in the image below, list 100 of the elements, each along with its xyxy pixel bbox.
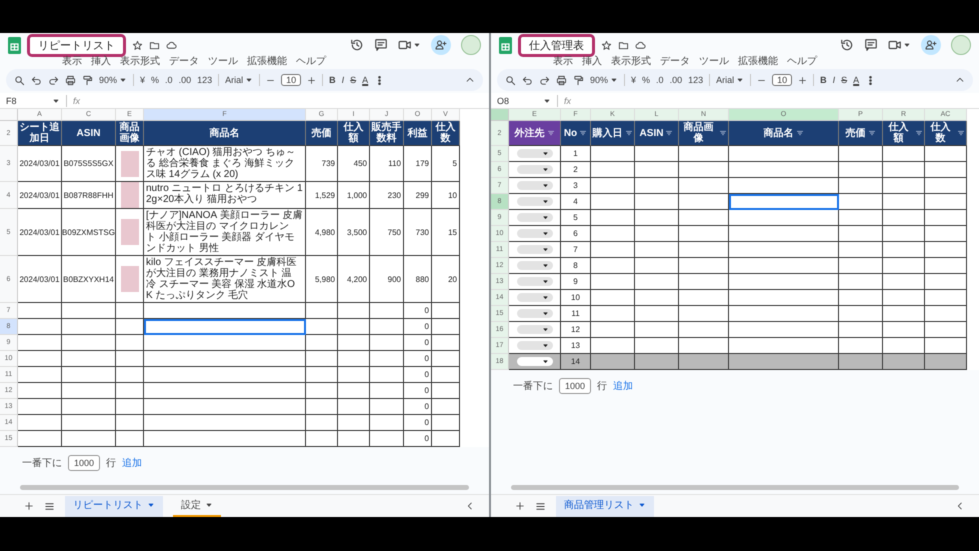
search-icon[interactable] (14, 74, 25, 86)
cell-reference[interactable]: O8 (497, 96, 537, 106)
table-cell: 8 (561, 258, 591, 274)
caret-icon[interactable] (543, 96, 551, 104)
decrease-decimal-button[interactable]: .0 (165, 75, 173, 85)
filter-icon[interactable] (719, 129, 727, 137)
text-color-button[interactable]: A (362, 75, 368, 85)
undo-icon[interactable] (522, 74, 533, 86)
selected-cell[interactable] (144, 319, 306, 335)
history-icon[interactable] (840, 38, 854, 52)
zoom-dropdown[interactable]: 90% (99, 75, 128, 85)
strikethrough-button[interactable]: S (841, 75, 848, 85)
add-link[interactable]: 追加 (122, 456, 142, 470)
video-call-button[interactable] (888, 38, 911, 52)
menu-item[interactable]: データ (169, 54, 199, 68)
print-icon[interactable] (65, 74, 76, 86)
filter-icon[interactable] (579, 129, 588, 137)
italic-button[interactable]: I (342, 75, 344, 85)
folder-icon[interactable] (149, 40, 160, 50)
cloud-icon[interactable] (635, 40, 646, 50)
document-title[interactable]: リピートリスト (27, 34, 126, 56)
filter-icon[interactable] (957, 129, 965, 137)
table-cell: 5,980 (306, 256, 338, 303)
sheets-logo[interactable] (8, 36, 21, 54)
italic-button[interactable]: I (832, 75, 836, 85)
filter-icon[interactable] (546, 129, 554, 137)
menu-item[interactable]: ヘルプ (787, 54, 817, 68)
increase-decimal-button[interactable]: .00 (178, 75, 192, 85)
table-cell: 880 (404, 256, 432, 303)
menu-item[interactable]: データ (660, 54, 690, 68)
sheet-list-icon[interactable] (535, 500, 546, 512)
filter-icon[interactable] (915, 129, 923, 137)
row-count-field[interactable]: 1000 (68, 455, 100, 471)
selected-cell[interactable] (729, 194, 839, 210)
currency-button[interactable]: ¥ (631, 75, 636, 85)
plus-icon[interactable] (307, 76, 316, 84)
percent-button[interactable]: % (642, 75, 650, 85)
comment-icon[interactable] (374, 38, 388, 52)
paint-roller-icon[interactable] (82, 74, 93, 86)
table-cell (18, 367, 62, 383)
share-button[interactable] (431, 35, 451, 55)
search-icon[interactable] (505, 74, 516, 86)
menu-item[interactable]: 挿入 (91, 54, 111, 68)
number-format-button[interactable]: 123 (197, 75, 212, 85)
share-button[interactable] (921, 35, 941, 55)
sheet-list-icon[interactable] (44, 500, 55, 512)
menu-item[interactable]: 挿入 (582, 54, 602, 68)
redo-icon[interactable] (539, 74, 550, 86)
menu-item[interactable]: ツール (699, 54, 729, 68)
sheet-tab[interactable]: 商品管理リスト (556, 496, 654, 516)
percent-button[interactable]: % (151, 75, 160, 85)
paint-roller-icon[interactable] (573, 74, 584, 86)
horizontal-scrollbar[interactable] (511, 485, 959, 490)
increase-decimal-button[interactable]: .00 (670, 75, 682, 85)
print-icon[interactable] (556, 74, 567, 86)
comment-icon[interactable] (864, 38, 878, 52)
row-count-field[interactable]: 1000 (559, 378, 592, 394)
font-dropdown[interactable]: Arial (225, 75, 254, 85)
add-sheet-icon[interactable] (24, 501, 34, 511)
history-icon[interactable] (350, 38, 364, 52)
sheet-tab[interactable]: 設定 (173, 496, 221, 516)
sheet-tab[interactable]: リピートリスト (65, 496, 163, 516)
strikethrough-button[interactable]: S (350, 75, 356, 85)
undo-icon[interactable] (31, 74, 42, 86)
font-size-field[interactable]: 10 (281, 74, 302, 86)
decrease-decimal-button[interactable]: .0 (656, 75, 664, 85)
menu-item[interactable]: ツール (208, 54, 238, 68)
currency-button[interactable]: ¥ (140, 75, 146, 85)
document-title[interactable]: 仕入管理表 (518, 34, 595, 56)
bold-button[interactable]: B (329, 75, 336, 85)
filter-icon[interactable] (868, 129, 876, 137)
filter-icon[interactable] (624, 129, 632, 137)
sheets-logo[interactable] (499, 36, 512, 54)
menu-item[interactable]: 拡張機能 (738, 54, 778, 68)
bold-button[interactable]: B (820, 75, 827, 85)
caret-icon[interactable] (52, 96, 60, 104)
filter-icon[interactable] (796, 129, 804, 137)
star-icon[interactable] (132, 40, 143, 50)
redo-icon[interactable] (48, 74, 59, 86)
font-dropdown[interactable]: Arial (716, 75, 744, 85)
font-size-field[interactable]: 10 (772, 74, 792, 86)
zoom-dropdown[interactable]: 90% (590, 75, 618, 85)
star-icon[interactable] (601, 40, 612, 50)
menu-item[interactable]: 表示 (553, 54, 573, 68)
number-format-button[interactable]: 123 (688, 75, 704, 85)
add-sheet-icon[interactable] (515, 501, 525, 511)
folder-icon[interactable] (618, 40, 629, 50)
menu-item[interactable]: 表示形式 (611, 54, 651, 68)
plus-icon[interactable] (798, 76, 808, 84)
cell-reference[interactable]: F8 (6, 96, 46, 106)
menu-item[interactable]: 表示形式 (120, 54, 160, 68)
horizontal-scrollbar[interactable] (20, 485, 469, 490)
cloud-icon[interactable] (166, 40, 177, 50)
text-color-button[interactable]: A (853, 75, 860, 85)
filter-icon[interactable] (665, 129, 674, 137)
video-call-button[interactable] (398, 38, 421, 52)
menu-item[interactable]: ヘルプ (296, 54, 326, 68)
menu-item[interactable]: 表示 (62, 54, 82, 68)
add-link[interactable]: 追加 (613, 379, 634, 393)
menu-item[interactable]: 拡張機能 (247, 54, 287, 68)
